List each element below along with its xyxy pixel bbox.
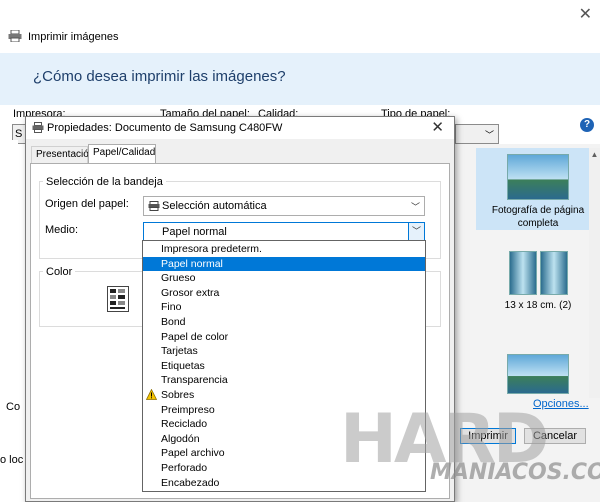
help-icon[interactable]: ? <box>580 118 594 132</box>
dropdown-item-selected[interactable]: Papel normal <box>143 256 425 272</box>
dropdown-item[interactable]: Fino <box>143 300 425 315</box>
printer-icon <box>32 122 44 133</box>
dropdown-item-label: Bond <box>161 315 186 328</box>
dropdown-item-label: Grueso <box>161 272 196 285</box>
dropdown-item[interactable]: Etiquetas <box>143 359 425 374</box>
media-select[interactable]: Papel normal ﹀ <box>143 222 425 242</box>
dropdown-item-label: Grosor extra <box>161 286 220 299</box>
dropdown-item-label: Preimpreso <box>161 403 215 416</box>
dropdown-item[interactable]: Tarjetas <box>143 344 425 359</box>
layout-option-13x18[interactable]: 13 x 18 cm. (2) <box>476 248 600 318</box>
layout-thumbnail-image <box>507 154 569 200</box>
paper-type-select[interactable]: ﹀ <box>455 124 499 144</box>
layout-thumbnail-image <box>507 354 569 394</box>
paper-origin-select[interactable]: Selección automática ﹀ <box>143 196 425 216</box>
dropdown-item-label: Fino <box>161 301 182 314</box>
dropdown-item-label: Papel de color <box>161 330 229 343</box>
tray-group-title: Selección de la bandeja <box>43 176 166 188</box>
tab-papel-calidad[interactable]: Papel/Calidad <box>88 144 156 164</box>
media-value: Papel normal <box>162 226 227 238</box>
layout-option-label: 13 x 18 cm. (2) <box>504 300 572 311</box>
dropdown-item-label: Reciclado <box>161 418 208 431</box>
color-group-title: Color <box>43 266 76 278</box>
dropdown-item[interactable]: Grosor extra <box>143 286 425 301</box>
bg-close-icon[interactable]: ✕ <box>579 4 592 24</box>
bg-left-fragment-bottom: o loc <box>0 454 24 466</box>
bg-left-area <box>0 140 18 502</box>
bg-left-fragment: Co <box>6 401 21 413</box>
thumbnail-scrollbar[interactable]: ▲ <box>589 148 600 398</box>
tab-presentacion[interactable]: Presentación <box>31 146 94 164</box>
printer-icon <box>148 201 160 211</box>
dropdown-item-label: Transparencia <box>161 374 228 387</box>
bg-heading: ¿Cómo desea imprimir las imágenes? <box>33 68 286 85</box>
printer-select-value: S <box>15 128 23 140</box>
dropdown-item-label: Encabezado <box>161 476 220 489</box>
printer-icon <box>8 30 22 42</box>
chevron-down-icon: ﹀ <box>484 130 494 140</box>
paper-origin-label: Origen del papel: <box>45 198 129 210</box>
layout-option-label: Fotografía de página completa <box>491 205 585 229</box>
close-icon[interactable]: ✕ <box>431 118 444 136</box>
layout-thumbnail-image-part <box>539 251 568 295</box>
dialog-titlebar: Propiedades: Documento de Samsung C480FW… <box>26 117 454 139</box>
dropdown-item[interactable]: Impresora predeterm. <box>143 242 425 257</box>
media-label: Medio: <box>45 224 79 236</box>
dropdown-item-label: Impresora predeterm. <box>161 243 262 255</box>
dropdown-item[interactable]: Transparencia <box>143 373 425 388</box>
layout-thumbnail-image-part <box>508 251 537 295</box>
dropdown-item[interactable]: Grueso <box>143 271 425 286</box>
bg-titlebar: ✕ Imprimir imágenes <box>0 0 600 52</box>
dropdown-item-label: Papel normal <box>161 257 223 270</box>
dropdown-item-label: Sobres <box>161 388 195 401</box>
dropdown-item[interactable]: Papel de color <box>143 330 425 345</box>
dropdown-item-label: Algodón <box>161 432 200 445</box>
bg-window-title: Imprimir imágenes <box>28 31 119 43</box>
chevron-down-icon[interactable]: ﹀ <box>408 223 424 241</box>
dropdown-item[interactable]: Bond <box>143 315 425 330</box>
layout-thumbnail-image <box>476 251 600 295</box>
dropdown-item-label: Tarjetas <box>161 345 198 358</box>
color-mode-icon <box>107 286 129 312</box>
layout-option-full-page[interactable]: Fotografía de página completa <box>476 148 600 230</box>
dialog-title: Propiedades: Documento de Samsung C480FW <box>47 122 283 134</box>
paper-origin-value: Selección automática <box>162 200 267 212</box>
dropdown-item-label: Papel archivo <box>161 447 225 460</box>
scroll-up-icon[interactable]: ▲ <box>589 150 600 162</box>
chevron-down-icon: ﹀ <box>410 202 420 212</box>
warning-icon <box>146 388 157 400</box>
layout-option-third[interactable] <box>476 348 600 394</box>
watermark-text: MANIACOS.COM <box>430 460 600 485</box>
dropdown-item-label: Perforado <box>161 461 208 474</box>
dropdown-item-label: Etiquetas <box>161 359 205 372</box>
